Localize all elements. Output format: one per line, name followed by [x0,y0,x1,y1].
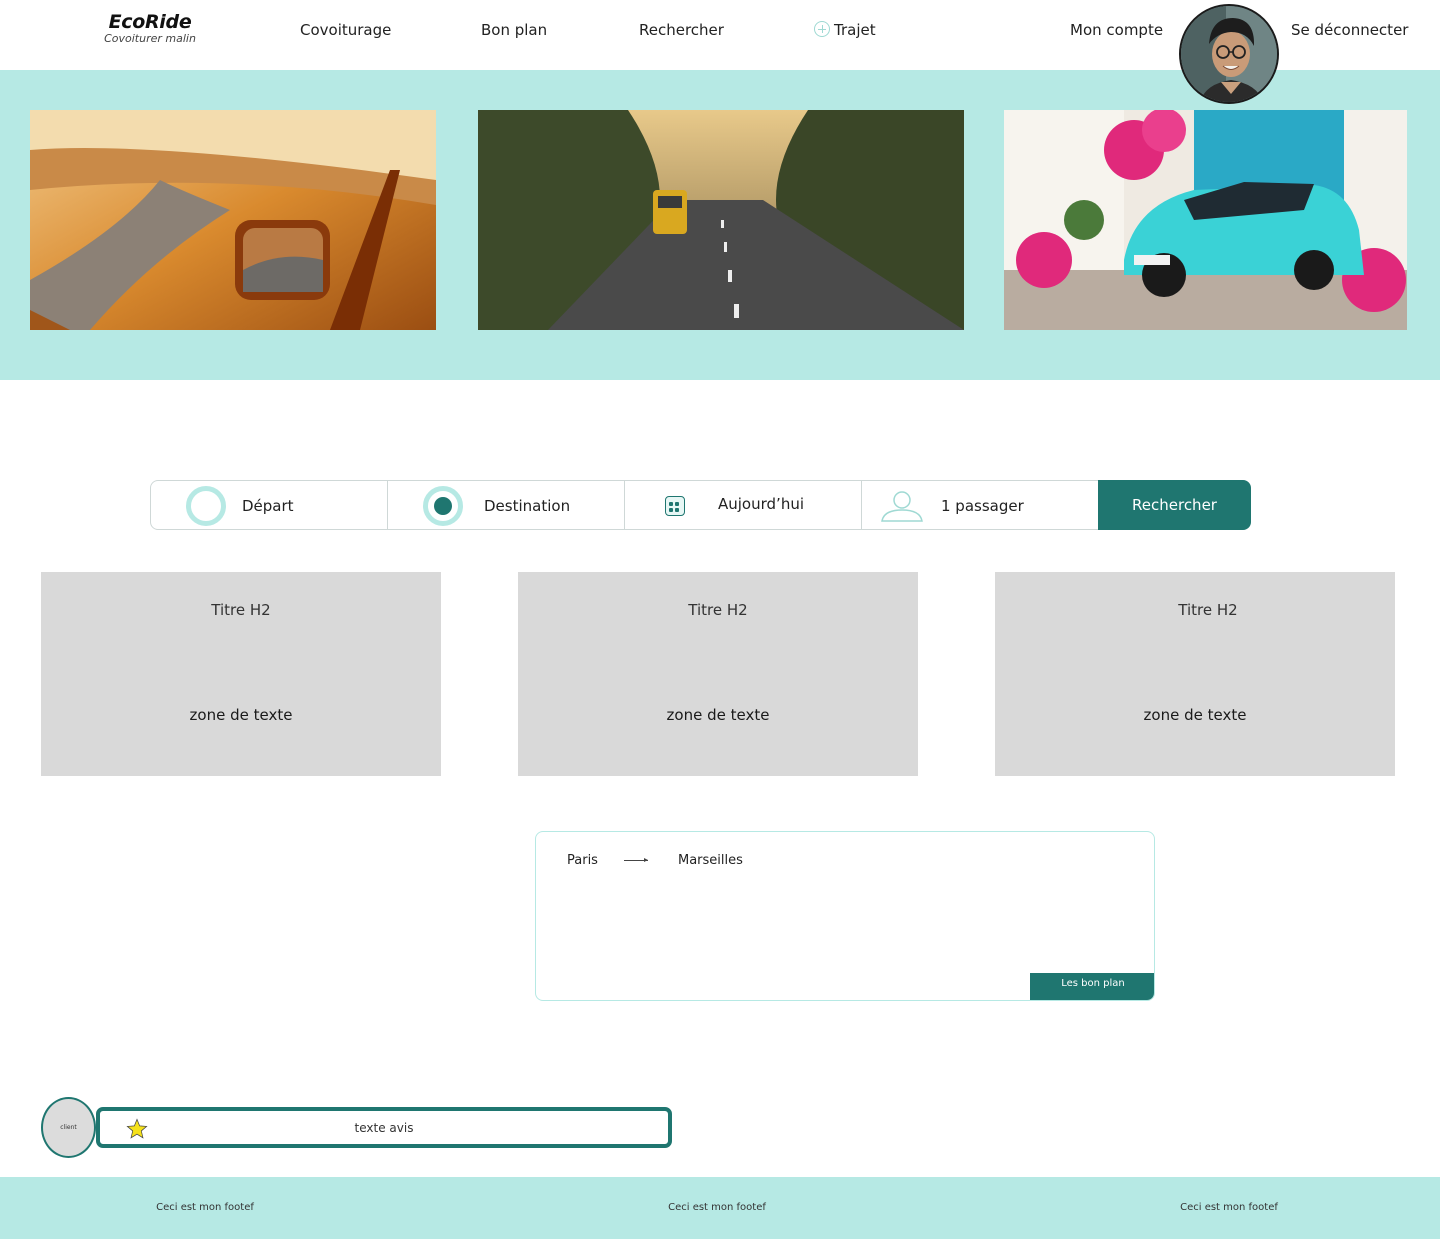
review-text: texte avis [354,1121,414,1135]
hero-image-forest-road [478,110,964,330]
calendar-icon [665,496,685,516]
forest-road-image [478,110,964,330]
card-text: zone de texte [189,706,293,724]
card-title: Titre H2 [688,601,748,619]
footer-item: Ceci est mon footef [668,1202,766,1213]
nav-trajet[interactable]: Trajet [814,20,876,40]
logo[interactable]: EcoRide Covoiturer malin [100,11,200,45]
trip-from: Paris [567,853,598,868]
arrow-right-icon [624,858,648,862]
plus-circle-icon [814,21,830,37]
trip-card[interactable]: Paris Marseilles Les bon plan [535,831,1155,1001]
passenger-label: 1 passager [941,497,1024,515]
info-card: Titre H2 zone de texte [518,572,918,776]
nav-rechercher[interactable]: Rechercher [639,20,724,40]
client-avatar: client [41,1097,96,1158]
destination-label: Destination [484,497,571,515]
info-card: Titre H2 zone de texte [995,572,1395,776]
nav-bon-plan[interactable]: Bon plan [481,20,547,40]
depart-label: Départ [242,497,294,515]
search-button[interactable]: Rechercher [1098,480,1251,530]
avatar-image [1181,6,1277,102]
hero-image-sunset-road [30,110,436,330]
date-label: Aujourd’hui [718,495,804,513]
destination-field[interactable]: Destination [388,481,625,529]
ring-filled-icon [423,486,463,526]
footer-item: Ceci est mon footef [1180,1202,1278,1213]
hero-image-electric-car [1004,110,1407,330]
nav-trajet-label: Trajet [834,21,876,39]
trip-to: Marseilles [678,853,743,868]
card-text: zone de texte [666,706,770,724]
electric-car-image [1004,110,1407,330]
sunset-road-image [30,110,436,330]
ring-dot [434,497,452,515]
search-bar: Départ Destination Aujourd’hui 1 passage… [150,480,1251,530]
nav-deconnecter[interactable]: Se déconnecter [1291,20,1408,40]
depart-field[interactable]: Départ [151,481,388,529]
card-text: zone de texte [1143,706,1247,724]
passenger-field[interactable]: 1 passager [862,481,1098,529]
footer-item: Ceci est mon footef [156,1202,254,1213]
card-title: Titre H2 [1178,601,1238,619]
person-icon [881,491,923,522]
nav-covoiturage[interactable]: Covoiturage [300,20,391,40]
card-title: Titre H2 [211,601,271,619]
ring-icon [186,486,226,526]
review-box: texte avis [96,1107,672,1148]
logo-title: EcoRide [108,11,192,33]
logo-subtitle: Covoiturer malin [104,32,196,45]
nav-mon-compte[interactable]: Mon compte [1070,20,1163,40]
site-footer: Ceci est mon footef Ceci est mon footef … [0,1177,1440,1239]
user-avatar[interactable] [1179,4,1279,104]
hero-banner [0,70,1440,380]
info-card: Titre H2 zone de texte [41,572,441,776]
bon-plan-button[interactable]: Les bon plan [1030,973,1154,1000]
date-field[interactable]: Aujourd’hui [625,481,862,529]
